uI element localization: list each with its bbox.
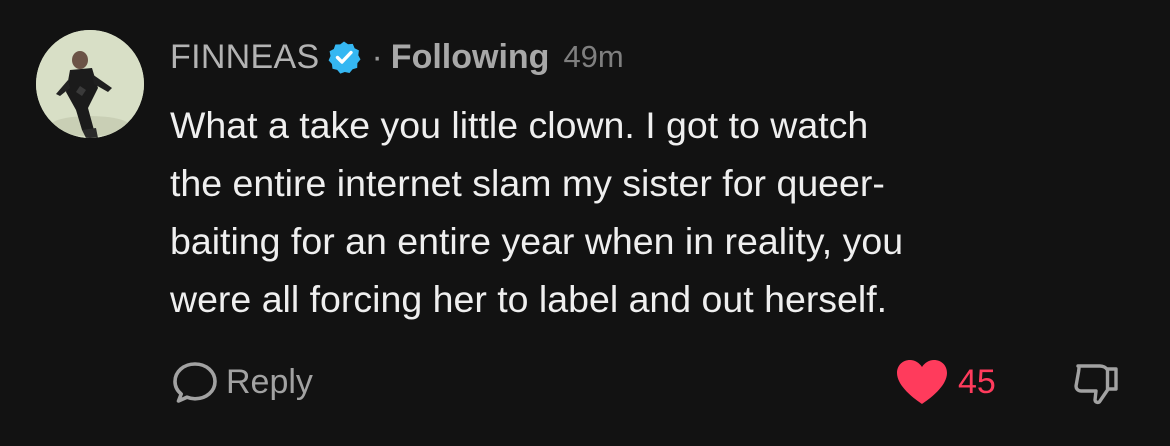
comment-text-line: baiting for an entire year when in reali… — [170, 220, 904, 262]
avatar[interactable] — [36, 30, 144, 138]
comment-text-line: the entire internet slam my sister for q… — [170, 162, 885, 204]
following-status[interactable]: Following — [391, 38, 550, 77]
comment-header: FINNEAS · Following 49m — [170, 34, 624, 80]
verified-badge-icon — [329, 41, 361, 74]
comment-text-line: What a take you little clown. I got to w… — [170, 104, 869, 146]
heart-icon — [897, 360, 947, 404]
username[interactable]: FINNEAS — [170, 38, 319, 77]
avatar-image — [36, 30, 144, 138]
speech-bubble-icon — [173, 362, 217, 403]
reply-label: Reply — [226, 362, 313, 401]
separator-dot: · — [371, 37, 383, 76]
like-button[interactable]: 45 — [894, 358, 996, 406]
timestamp: 49m — [563, 39, 624, 74]
thumbs-down-icon[interactable] — [1070, 360, 1126, 406]
comment-text: What a take you little clown. I got to w… — [170, 96, 1130, 328]
comment-text-line: were all forcing her to label and out he… — [170, 278, 888, 320]
like-count: 45 — [958, 362, 996, 401]
comment: FINNEAS · Following 49m What a take you … — [0, 0, 1170, 446]
reply-button[interactable]: Reply — [170, 358, 313, 406]
